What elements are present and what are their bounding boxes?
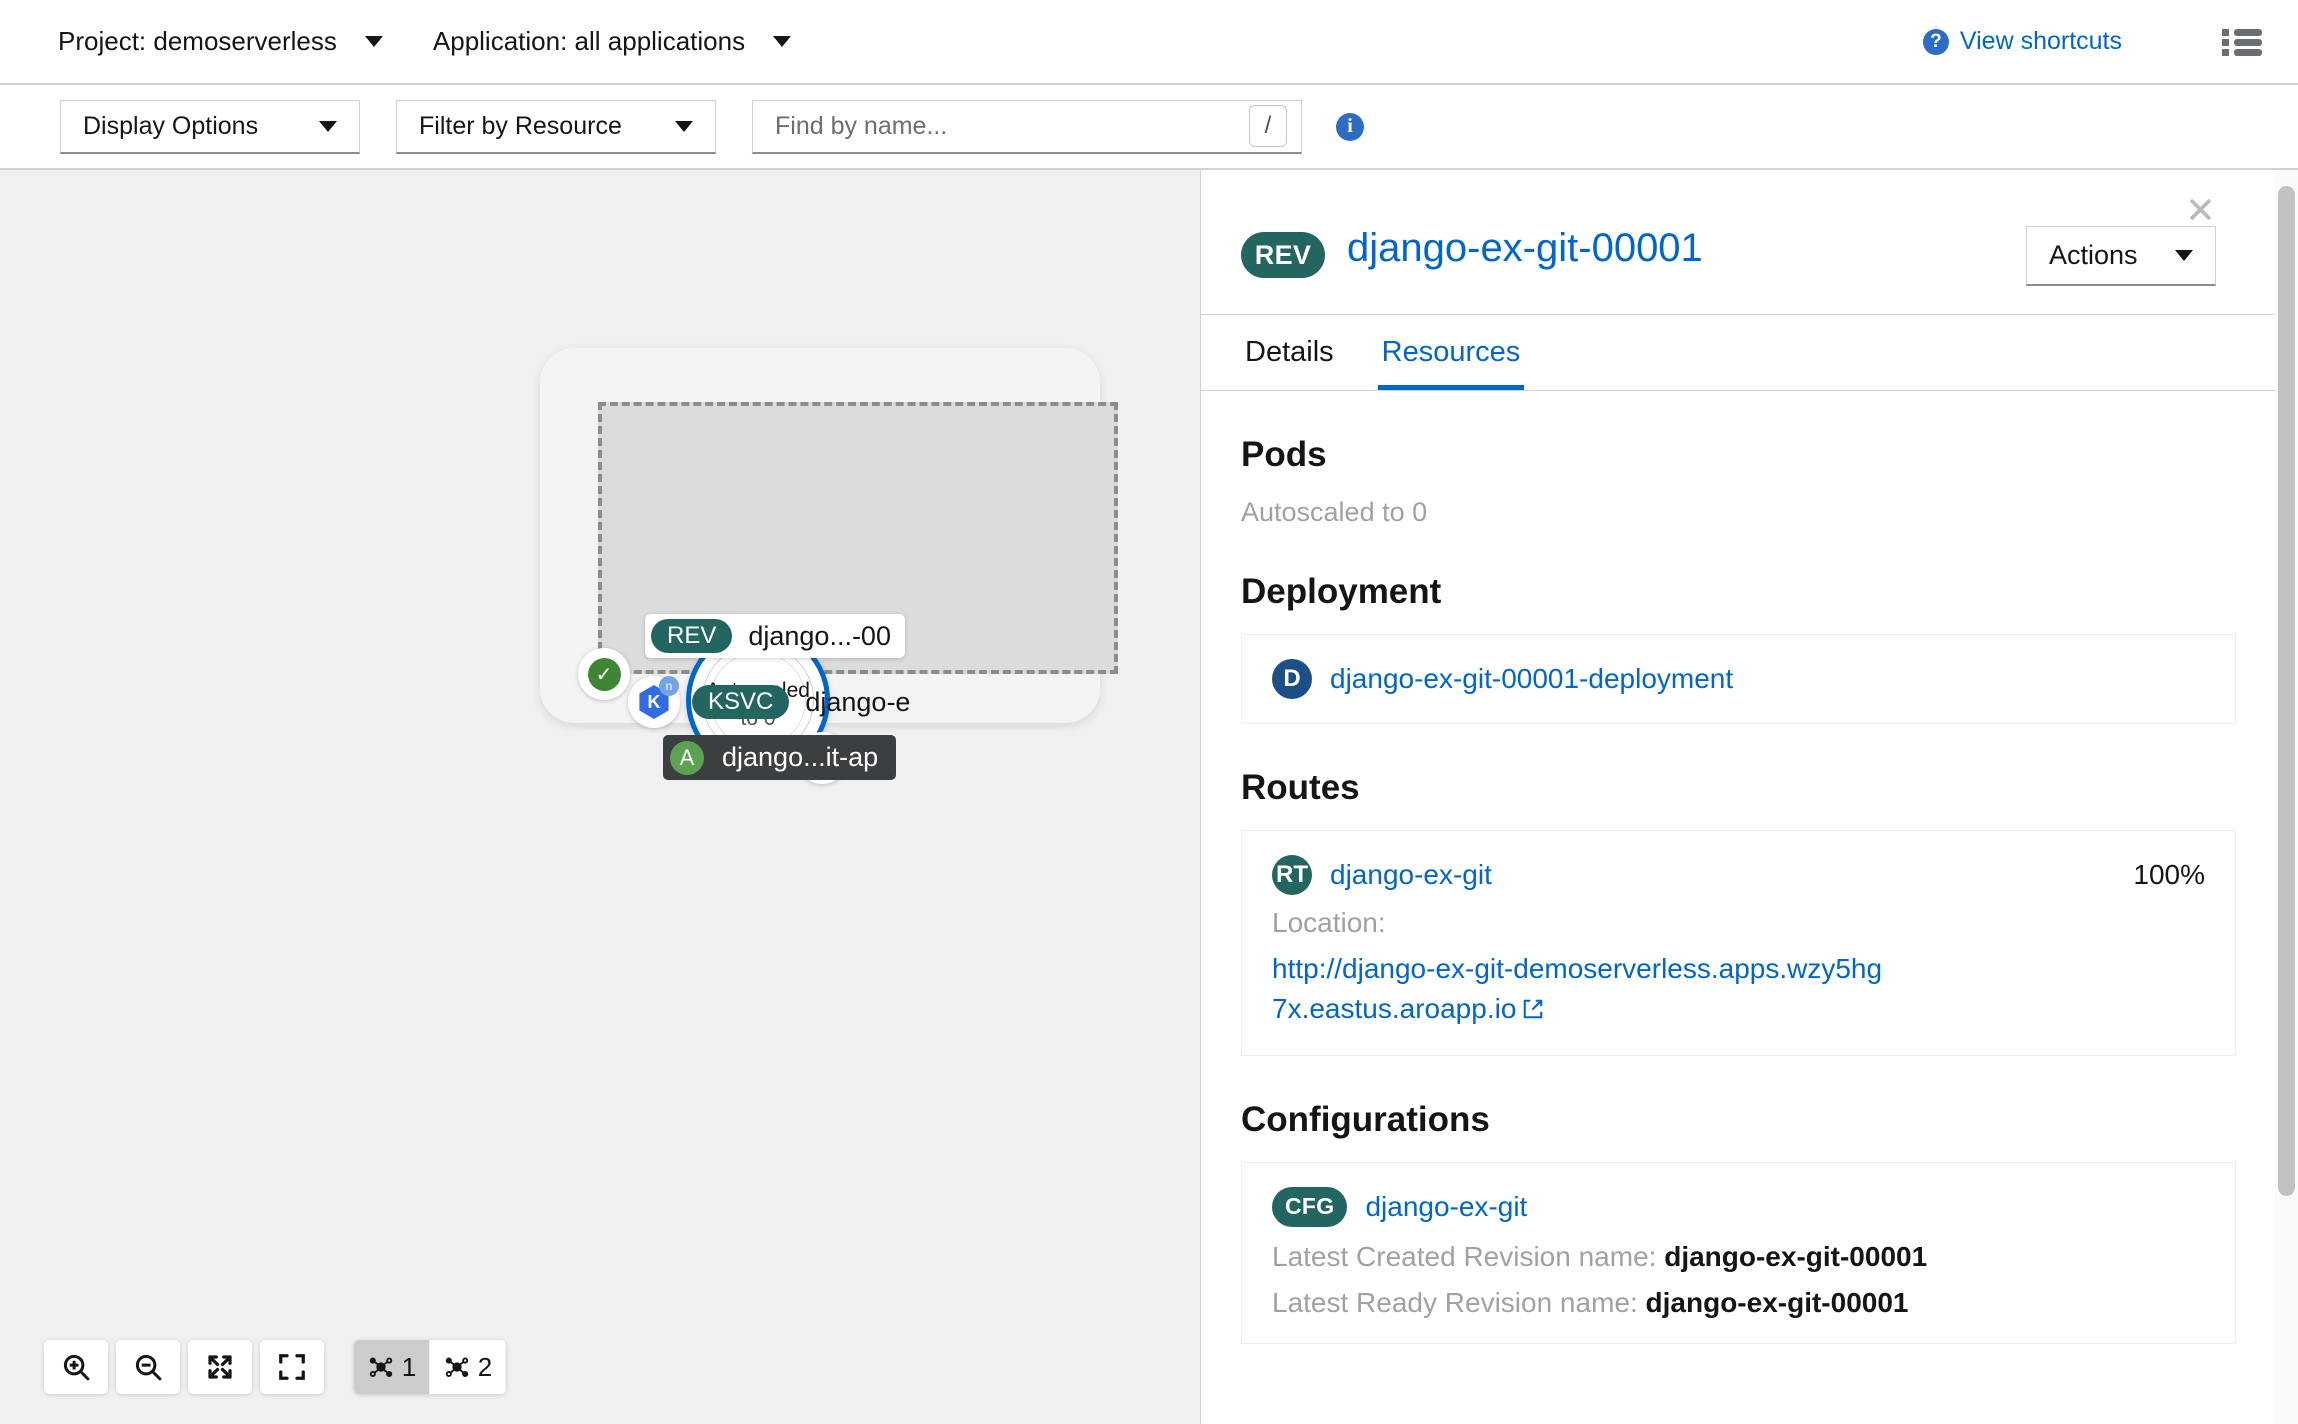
- kubernetes-sub-badge: n: [659, 676, 679, 696]
- configuration-name-link[interactable]: django-ex-git: [1365, 1191, 1527, 1223]
- project-selector[interactable]: Project: demoserverless: [58, 26, 383, 57]
- ksvc-label: django-e: [805, 686, 911, 717]
- revision-chip[interactable]: REV django...-00: [645, 614, 905, 658]
- ksvc-badge: KSVC: [692, 685, 790, 719]
- side-panel-scrollbar-thumb[interactable]: [2278, 186, 2295, 1196]
- avatar: A: [670, 740, 704, 775]
- info-icon[interactable]: i: [1336, 112, 1364, 141]
- slash-shortcut-key: /: [1249, 105, 1287, 147]
- latest-created-revision-row: Latest Created Revision name: django-ex-…: [1272, 1241, 2205, 1273]
- side-panel-tabs: Details Resources: [1201, 315, 2276, 391]
- filter-by-resource-label: Filter by Resource: [419, 111, 622, 140]
- route-traffic-percent: 100%: [2133, 859, 2205, 890]
- top-bar-right-group: ? View shortcuts: [1922, 26, 2262, 58]
- route-row: RT django-ex-git 100%: [1272, 855, 2205, 895]
- page-title[interactable]: django-ex-git-00001: [1347, 226, 1703, 271]
- deployment-name-link[interactable]: django-ex-git-00001-deployment: [1330, 663, 1733, 695]
- revision-chip-label: django...-00: [748, 620, 891, 651]
- revision-badge: REV: [651, 619, 733, 653]
- deployment-card: D django-ex-git-00001-deployment: [1241, 634, 2236, 724]
- expand-arrows-icon[interactable]: [188, 1340, 252, 1394]
- configurations-section-heading: Configurations: [1241, 1099, 1490, 1139]
- route-location-label: Location:: [1272, 907, 1386, 938]
- top-navigation-bar: Project: demoserverless Application: all…: [0, 0, 2298, 85]
- latest-created-revision-value: django-ex-git-00001: [1664, 1240, 1928, 1272]
- deployment-type-badge: D: [1272, 659, 1312, 699]
- pods-empty-state: Autoscaled to 0: [1241, 497, 1428, 527]
- side-panel-scrollbar-track[interactable]: [2275, 170, 2298, 1424]
- route-url-link[interactable]: http://django-ex-git-demoserverless.apps…: [1272, 949, 1892, 1031]
- zoom-out-icon[interactable]: [116, 1340, 180, 1394]
- view-toggle-1[interactable]: 1: [354, 1340, 430, 1394]
- list-view-icon[interactable]: [2222, 26, 2262, 58]
- chevron-down-icon: [675, 120, 693, 132]
- knative-service-chip[interactable]: K n KSVC django-e: [628, 676, 910, 728]
- check-mark-icon: ✓: [587, 657, 621, 691]
- fit-to-screen-icon[interactable]: [260, 1340, 324, 1394]
- side-panel-content: ✕ REV django-ex-git-00001 Actions Detail…: [1201, 170, 2276, 1424]
- application-chip-label: django...it-ap: [722, 742, 879, 772]
- project-selector-label: Project: demoserverless: [58, 26, 337, 56]
- topology-canvas[interactable]: Autoscaled to 0 REV django...-00 ✓ K n K…: [0, 170, 1200, 1424]
- chevron-down-icon: [319, 120, 337, 132]
- chevron-down-icon: [2175, 250, 2193, 261]
- resource-side-panel: ✕ REV django-ex-git-00001 Actions Detail…: [1200, 170, 2298, 1424]
- latest-created-revision-label: Latest Created Revision name:: [1272, 1240, 1657, 1272]
- pods-section-heading: Pods: [1241, 435, 1327, 474]
- route-url-text: http://django-ex-git-demoserverless.apps…: [1272, 953, 1883, 1024]
- deployment-section-heading: Deployment: [1241, 572, 1442, 611]
- latest-ready-revision-row: Latest Ready Revision name: django-ex-gi…: [1272, 1287, 2205, 1319]
- route-type-badge: RT: [1272, 855, 1312, 895]
- topology-toolbar: Display Options Filter by Resource / i: [0, 85, 2298, 170]
- tab-details[interactable]: Details: [1241, 315, 1338, 390]
- view-toggle-group: 1 2: [354, 1340, 506, 1394]
- revision-type-badge: REV: [1241, 232, 1325, 278]
- application-selector-label: Application: all applications: [432, 26, 746, 56]
- view-toggle-2[interactable]: 2: [430, 1340, 506, 1394]
- zoom-in-icon[interactable]: [44, 1340, 108, 1394]
- view-shortcuts-link[interactable]: ? View shortcuts: [1922, 27, 2122, 56]
- tab-resources-label: Resources: [1381, 336, 1521, 368]
- latest-ready-revision-value: django-ex-git-00001: [1645, 1286, 1909, 1318]
- question-circle-icon: ?: [1922, 28, 1949, 55]
- configuration-type-badge: CFG: [1272, 1186, 1348, 1227]
- chevron-down-icon: [364, 36, 383, 47]
- kubernetes-icon: K n: [628, 676, 680, 728]
- external-link-icon: [1522, 991, 1544, 1031]
- configuration-row: CFG django-ex-git: [1272, 1186, 2205, 1227]
- application-chip[interactable]: A django...it-ap: [663, 735, 897, 780]
- chevron-down-icon: [773, 36, 792, 47]
- display-options-dropdown[interactable]: Display Options: [60, 99, 360, 154]
- side-panel-header: REV django-ex-git-00001 Actions: [1201, 170, 2276, 315]
- tab-resources[interactable]: Resources: [1377, 315, 1525, 390]
- tab-details-label: Details: [1245, 336, 1334, 368]
- route-name-link[interactable]: django-ex-git: [1330, 859, 1492, 891]
- view-shortcuts-label: View shortcuts: [1959, 27, 2122, 55]
- actions-dropdown-label: Actions: [2049, 240, 2138, 270]
- deployment-row: D django-ex-git-00001-deployment: [1272, 659, 2205, 699]
- latest-ready-revision-label: Latest Ready Revision name:: [1272, 1286, 1638, 1318]
- view-toggle-1-label: 1: [401, 1351, 417, 1382]
- display-options-label: Display Options: [83, 111, 259, 140]
- resources-tab-content: Pods Autoscaled to 0 Deployment D django…: [1201, 435, 2276, 1344]
- configuration-card: CFG django-ex-git Latest Created Revisio…: [1241, 1161, 2236, 1344]
- topology-view-controls: 1 2: [44, 1340, 506, 1394]
- search-input[interactable]: [775, 111, 1249, 141]
- routes-section-heading: Routes: [1241, 768, 1360, 807]
- view-toggle-2-label: 2: [477, 1351, 493, 1382]
- application-selector[interactable]: Application: all applications: [432, 26, 792, 57]
- check-circle-icon: ✓: [578, 648, 630, 700]
- actions-dropdown[interactable]: Actions: [2026, 226, 2216, 286]
- search-field-wrapper[interactable]: /: [752, 99, 1302, 154]
- filter-by-resource-dropdown[interactable]: Filter by Resource: [396, 99, 716, 154]
- route-card: RT django-ex-git 100% Location: http://d…: [1241, 830, 2236, 1056]
